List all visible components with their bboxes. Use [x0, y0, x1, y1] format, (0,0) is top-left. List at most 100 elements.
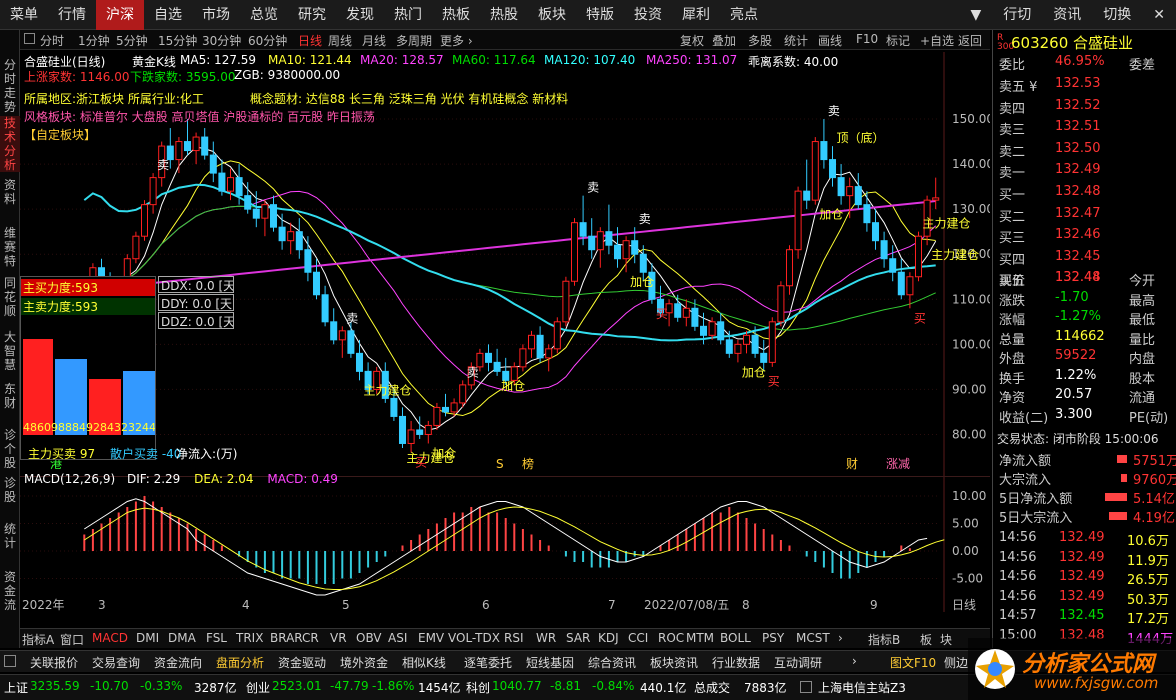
bid-row[interactable]: 买二 132.47	[999, 206, 1176, 227]
toolbar-action-4[interactable]: 画线	[818, 32, 842, 49]
indicator-tab-1[interactable]: 窗口	[60, 631, 84, 648]
period-1[interactable]: 1分钟	[78, 32, 110, 49]
function-tab-10[interactable]: 板块资讯	[650, 654, 698, 671]
left-nav-8[interactable]: 诊股	[0, 476, 20, 504]
indicator-tab-22[interactable]: PSY	[762, 631, 784, 645]
menu-item-3[interactable]: 自选	[144, 0, 192, 30]
ask-row[interactable]: 卖一 132.49	[999, 162, 1176, 183]
function-tab-5[interactable]: 境外资金	[340, 654, 388, 671]
indicator-tab-27[interactable]: 块	[940, 631, 952, 648]
period-4[interactable]: 30分钟	[202, 32, 241, 49]
toolbar-action-5[interactable]: F10	[856, 32, 878, 46]
menu-item-11[interactable]: 板块	[528, 0, 576, 30]
bid-row[interactable]: 买三 132.46	[999, 227, 1176, 248]
menu-item-2[interactable]: 沪深	[96, 0, 144, 30]
top-right-item-2[interactable]: 资讯	[1042, 0, 1092, 30]
period-7[interactable]: 周线	[328, 32, 352, 49]
indicator-tab-7[interactable]: BRAR	[270, 631, 303, 645]
macd-chart[interactable]: 10.00 5.00 0.00 -5.00 2022年 3 4 5 6 7 2022/07/08/五…	[20, 476, 990, 612]
ask-row[interactable]: 卖二 132.50	[999, 141, 1176, 162]
indicator-tab-4[interactable]: DMA	[168, 631, 196, 645]
left-nav-7[interactable]: 诊个股	[0, 428, 20, 470]
toolbar-action-3[interactable]: 统计	[784, 32, 808, 49]
bid-row[interactable]: 买四 132.45	[999, 249, 1176, 270]
function-tab-15[interactable]: 侧边	[944, 654, 968, 671]
toolbar-action-2[interactable]: 多股	[748, 32, 772, 49]
function-menu-icon[interactable]	[4, 655, 16, 667]
indicator-tab-24[interactable]: ›	[838, 631, 843, 645]
left-nav-6[interactable]: 东财	[0, 382, 20, 410]
period-6[interactable]: 日线	[298, 32, 322, 49]
menu-item-7[interactable]: 发现	[336, 0, 384, 30]
ask-row[interactable]: 卖四 132.52	[999, 98, 1176, 119]
function-tab-0[interactable]: 关联报价	[30, 654, 78, 671]
left-nav-3[interactable]: 维赛特	[0, 226, 20, 268]
menu-item-13[interactable]: 投资	[624, 0, 672, 30]
left-nav-9[interactable]: 统计	[0, 522, 20, 550]
indicator-tab-13[interactable]: VOL-TDX	[448, 631, 500, 645]
indicator-tab-3[interactable]: DMI	[136, 631, 159, 645]
indicator-tab-14[interactable]: RSI	[504, 631, 524, 645]
function-tab-3[interactable]: 盘面分析	[216, 654, 264, 671]
indicator-tab-15[interactable]: WR	[536, 631, 556, 645]
left-nav-4[interactable]: 同花顺	[0, 276, 20, 318]
server-name[interactable]: 上海电信主站Z3	[818, 679, 906, 696]
indicator-tab-26[interactable]: 板	[920, 631, 932, 648]
indicator-tab-18[interactable]: CCI	[628, 631, 648, 645]
menu-item-5[interactable]: 总览	[240, 0, 288, 30]
menu-item-8[interactable]: 热门	[384, 0, 432, 30]
period-2[interactable]: 5分钟	[116, 32, 148, 49]
indicator-tab-11[interactable]: ASI	[388, 631, 407, 645]
indicator-tab-21[interactable]: BOLL	[720, 631, 751, 645]
custom-block[interactable]: 【自定板块】	[24, 126, 96, 143]
function-tab-11[interactable]: 行业数据	[712, 654, 760, 671]
menu-item-6[interactable]: 研究	[288, 0, 336, 30]
indicator-tab-12[interactable]: EMV	[418, 631, 444, 645]
indicator-tab-17[interactable]: KDJ	[598, 631, 619, 645]
top-right-item-4[interactable]: ✕	[1142, 0, 1176, 30]
function-tab-9[interactable]: 综合资讯	[588, 654, 636, 671]
indicator-tab-23[interactable]: MCST	[796, 631, 830, 645]
indicator-tab-9[interactable]: VR	[330, 631, 347, 645]
menu-item-14[interactable]: 犀利	[672, 0, 720, 30]
top-right-item-1[interactable]: 行切	[992, 0, 1042, 30]
menu-item-10[interactable]: 热股	[480, 0, 528, 30]
menu-icon[interactable]	[24, 33, 35, 44]
period-8[interactable]: 月线	[362, 32, 386, 49]
toolbar-action-8[interactable]: 返回	[958, 32, 982, 49]
period-10[interactable]: 更多 ›	[440, 32, 473, 49]
indicator-tab-25[interactable]: 指标B	[868, 631, 900, 648]
top-right-item-0[interactable]: ▼	[959, 0, 992, 30]
bid-row[interactable]: 买一 132.48	[999, 184, 1176, 205]
left-nav-10[interactable]: 资金流	[0, 570, 20, 612]
left-nav-5[interactable]: 大智慧	[0, 330, 20, 372]
function-tab-12[interactable]: 互动调研	[774, 654, 822, 671]
function-tab-8[interactable]: 短线基因	[526, 654, 574, 671]
menu-item-4[interactable]: 市场	[192, 0, 240, 30]
indicator-tab-6[interactable]: TRIX	[236, 631, 263, 645]
indicator-tab-5[interactable]: FSL	[206, 631, 227, 645]
menu-item-1[interactable]: 行情	[48, 0, 96, 30]
left-nav-2[interactable]: 资料	[0, 178, 20, 206]
indicator-tab-8[interactable]: CR	[302, 631, 319, 645]
indicator-tab-2[interactable]: MACD	[92, 631, 128, 645]
period-9[interactable]: 多周期	[396, 32, 432, 49]
period-3[interactable]: 15分钟	[158, 32, 197, 49]
menu-item-9[interactable]: 热板	[432, 0, 480, 30]
toolbar-action-7[interactable]: +自选	[920, 32, 954, 49]
left-nav-0[interactable]: 分时走势	[0, 58, 20, 114]
toolbar-action-6[interactable]: 标记	[886, 32, 910, 49]
function-tab-7[interactable]: 逐笔委托	[464, 654, 512, 671]
toolbar-action-1[interactable]: 叠加	[712, 32, 736, 49]
indicator-tab-20[interactable]: MTM	[686, 631, 714, 645]
indicator-tab-10[interactable]: OBV	[356, 631, 382, 645]
function-tab-1[interactable]: 交易查询	[92, 654, 140, 671]
period-0[interactable]: 分时	[40, 32, 64, 49]
function-tab-13[interactable]: ›	[852, 654, 857, 668]
indicator-tab-0[interactable]: 指标A	[22, 631, 54, 648]
left-nav-1[interactable]: 技术分析	[0, 116, 20, 172]
toolbar-action-0[interactable]: 复权	[680, 32, 704, 49]
menu-item-0[interactable]: 菜单	[0, 0, 48, 30]
ask-row[interactable]: 卖三 132.51	[999, 119, 1176, 140]
function-tab-2[interactable]: 资金流向	[154, 654, 202, 671]
